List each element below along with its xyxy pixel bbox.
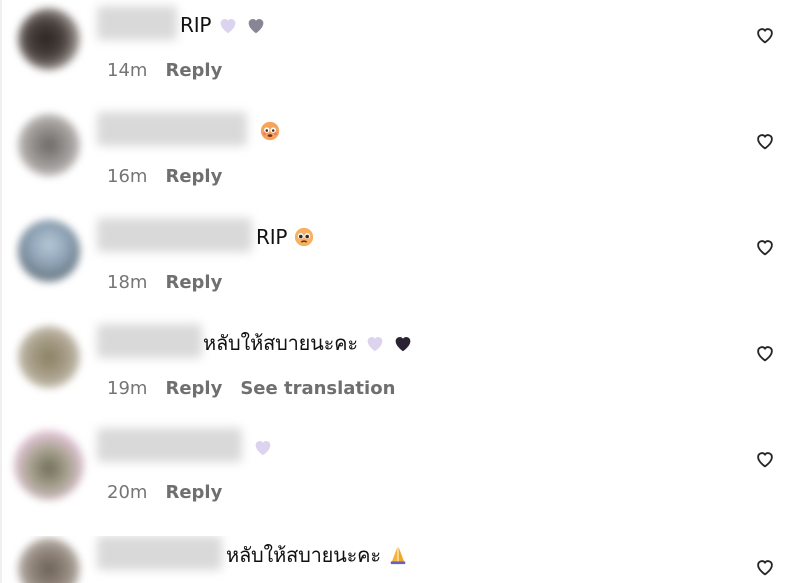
comment-text: หลับให้สบายนะคะ bbox=[226, 543, 381, 567]
comment-body: RIP bbox=[256, 222, 315, 252]
comment-body: หลับให้สบายนะคะ bbox=[226, 540, 409, 570]
comment-item: หลับให้สบายนะคะ 19m Reply See translatio… bbox=[0, 324, 800, 424]
avatar[interactable] bbox=[18, 538, 80, 583]
heart-outline-icon[interactable] bbox=[754, 448, 776, 470]
username-blurred[interactable] bbox=[97, 428, 242, 462]
comment-text: RIP bbox=[180, 13, 212, 37]
reply-button[interactable]: Reply bbox=[165, 482, 222, 503]
heart-outline-icon[interactable] bbox=[754, 130, 776, 152]
avatar[interactable] bbox=[18, 114, 80, 176]
comment-time: 20m bbox=[107, 482, 148, 503]
comment-time: 14m bbox=[107, 60, 148, 81]
light-purple-heart-icon bbox=[220, 19, 236, 34]
comment-body bbox=[253, 116, 281, 146]
reply-button[interactable]: Reply bbox=[165, 378, 222, 399]
flushed-face-icon bbox=[260, 121, 280, 141]
comment-body: RIP bbox=[180, 10, 267, 40]
folded-hands-icon bbox=[390, 546, 406, 565]
comment-meta: 19m Reply See translation bbox=[107, 378, 395, 399]
comment-item: หลับให้สบายนะคะ bbox=[0, 536, 800, 583]
grey-heart-icon bbox=[248, 19, 264, 34]
comment-item: 20m Reply bbox=[0, 428, 800, 528]
heart-outline-icon[interactable] bbox=[754, 236, 776, 258]
comment-meta: 20m Reply bbox=[107, 482, 222, 503]
username-blurred[interactable] bbox=[97, 536, 222, 570]
reply-button[interactable]: Reply bbox=[165, 166, 222, 187]
heart-outline-icon[interactable] bbox=[754, 24, 776, 46]
reply-button[interactable]: Reply bbox=[165, 60, 222, 81]
avatar[interactable] bbox=[18, 326, 80, 388]
comment-meta: 18m Reply bbox=[107, 272, 222, 293]
comment-item: RIP 14m Reply bbox=[0, 6, 800, 106]
comment-time: 16m bbox=[107, 166, 148, 187]
see-translation-link[interactable]: See translation bbox=[240, 378, 395, 399]
comment-text: หลับให้สบายนะคะ bbox=[203, 331, 358, 355]
comment-item: RIP 18m Reply bbox=[0, 218, 800, 318]
username-blurred[interactable] bbox=[97, 112, 247, 146]
avatar[interactable] bbox=[14, 430, 84, 500]
comment-meta: 14m Reply bbox=[107, 60, 222, 81]
username-blurred[interactable] bbox=[97, 218, 252, 252]
pleading-face-icon bbox=[295, 227, 314, 247]
username-blurred[interactable] bbox=[97, 324, 202, 358]
heart-outline-icon[interactable] bbox=[754, 342, 776, 364]
comment-time: 18m bbox=[107, 272, 148, 293]
light-purple-heart-icon bbox=[255, 441, 271, 456]
black-heart-icon bbox=[395, 337, 411, 352]
comment-item: 16m Reply bbox=[0, 112, 800, 212]
avatar[interactable] bbox=[18, 8, 80, 70]
comment-body bbox=[246, 432, 274, 462]
username-blurred[interactable] bbox=[97, 6, 177, 40]
light-purple-heart-icon bbox=[367, 337, 383, 352]
comment-body: หลับให้สบายนะคะ bbox=[203, 328, 414, 358]
heart-outline-icon[interactable] bbox=[754, 556, 776, 578]
comment-text: RIP bbox=[256, 225, 288, 249]
reply-button[interactable]: Reply bbox=[165, 272, 222, 293]
comment-time: 19m bbox=[107, 378, 148, 399]
comment-meta: 16m Reply bbox=[107, 166, 222, 187]
avatar[interactable] bbox=[18, 220, 80, 282]
